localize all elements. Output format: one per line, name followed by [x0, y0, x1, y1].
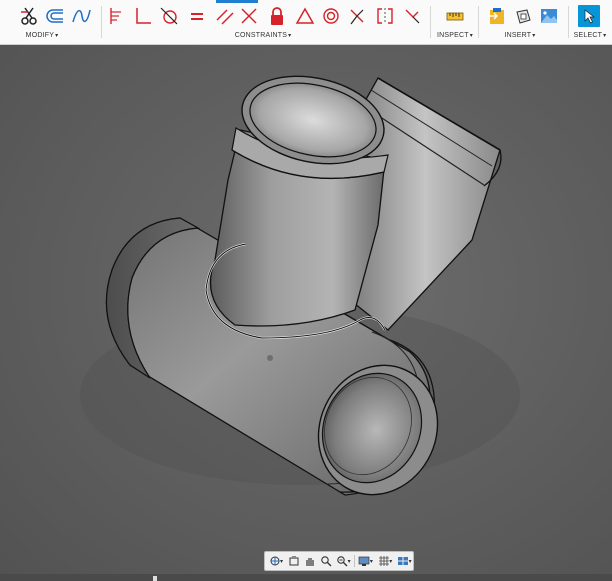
active-tool-indicator	[216, 0, 258, 3]
midpoint-icon[interactable]	[346, 5, 368, 27]
grid-caret-icon[interactable]: ▾	[389, 558, 393, 565]
inspect-menu[interactable]: INSPECT▾	[434, 30, 476, 41]
zoom-caret-icon[interactable]: ▾	[348, 558, 352, 565]
separator	[101, 6, 102, 38]
orbit-caret-icon[interactable]: ▾	[280, 558, 284, 565]
display-caret-icon[interactable]: ▾	[370, 558, 374, 565]
status-marker	[153, 576, 157, 581]
separator	[430, 6, 431, 38]
insert-derive-icon[interactable]	[486, 5, 508, 27]
parallel-icon[interactable]	[214, 5, 236, 27]
status-strip	[0, 574, 612, 581]
coincident-icon[interactable]	[132, 5, 154, 27]
offset-icon[interactable]	[44, 5, 66, 27]
decal-icon[interactable]	[512, 5, 534, 27]
separator	[568, 6, 569, 38]
constraints-menu[interactable]: CONSTRAINTS▾	[226, 30, 300, 41]
trim-icon[interactable]	[18, 5, 40, 27]
pipe-wye-fitting[interactable]	[0, 45, 612, 581]
symmetry-icon[interactable]	[374, 5, 396, 27]
look-at-icon[interactable]	[287, 553, 300, 569]
select-menu[interactable]: SELECT▾	[572, 30, 608, 41]
zoom-icon[interactable]	[319, 553, 332, 569]
measure-icon[interactable]	[444, 5, 466, 27]
separator	[353, 555, 355, 567]
spline-icon[interactable]	[70, 5, 92, 27]
insert-menu[interactable]: INSERT▾	[504, 30, 536, 41]
toolbar: MODIFY▾ CONSTRAINTS▾ INSPECT▾ INSERT▾ SE…	[0, 0, 612, 45]
equal-icon[interactable]	[186, 5, 208, 27]
smooth-icon[interactable]	[402, 5, 424, 27]
triangle-icon[interactable]	[294, 5, 316, 27]
viewports-caret-icon[interactable]: ▾	[409, 558, 413, 565]
modify-menu[interactable]: MODIFY▾	[14, 30, 70, 41]
canvas-icon[interactable]	[538, 5, 560, 27]
pan-icon[interactable]	[303, 553, 316, 569]
separator	[478, 6, 479, 38]
fix-icon[interactable]	[266, 5, 288, 27]
select-arrow-icon[interactable]	[578, 5, 600, 27]
dimension-icon[interactable]	[106, 5, 128, 27]
concentric-icon[interactable]	[320, 5, 342, 27]
perpendicular-icon[interactable]	[238, 5, 260, 27]
navigation-bar: ▾ ▾ ▾ ▾ ▾	[264, 551, 414, 571]
tangent-icon[interactable]	[158, 5, 180, 27]
canvas-viewport[interactable]	[0, 45, 612, 581]
